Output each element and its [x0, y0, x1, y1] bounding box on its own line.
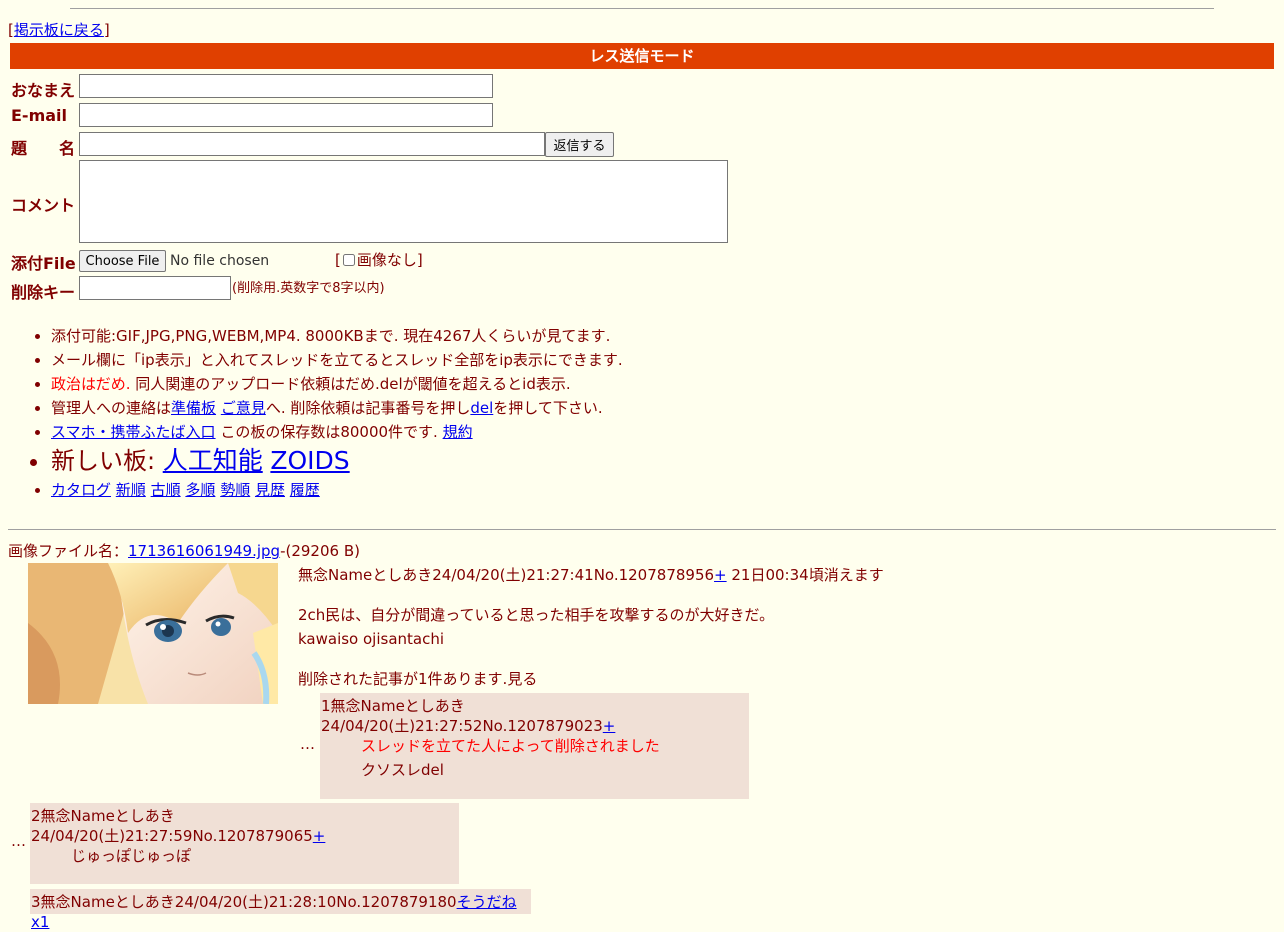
- comment-label: コメント: [11, 196, 76, 215]
- comment-textarea[interactable]: [79, 160, 728, 243]
- no-image-bracket: [: [335, 251, 341, 269]
- reply-body: スレッドを立てた人によって削除されました クソスレdel: [361, 734, 660, 782]
- reply-submit-button[interactable]: 返信する: [545, 132, 614, 157]
- reply-post: 1無念Nameとしあき24/04/20(土)21:27:52No.1207879…: [320, 693, 749, 799]
- file-info-label: 画像ファイル名：: [8, 542, 129, 560]
- notice-delete-post: を押して下さい.: [493, 399, 603, 417]
- delete-key-label: 削除キー: [11, 283, 76, 302]
- no-image-label: 画像なし]: [356, 251, 423, 269]
- file-label: 添付File: [11, 254, 76, 273]
- mobile-entry-link[interactable]: スマホ・携帯ふたば入口: [51, 423, 216, 441]
- reply-body-line: じゅっぽじゅっぽ: [71, 847, 192, 865]
- zoids-board-link[interactable]: ZOIDS: [270, 446, 349, 475]
- feedback-link[interactable]: ご意見: [221, 399, 266, 417]
- sort-old-link[interactable]: 古順: [151, 481, 181, 499]
- delete-key-input[interactable]: [79, 276, 231, 300]
- email-input[interactable]: [79, 103, 493, 127]
- file-info: 画像ファイル名：1713616061949.jpg-(29206 B): [8, 541, 360, 561]
- back-to-board-link[interactable]: 掲示板に戻る: [14, 21, 104, 39]
- post-history-link[interactable]: 履歴: [290, 481, 320, 499]
- notice-item: メール欄に「ip表示」と入れてスレッドを立てるとスレッド全部をip表示にできます…: [51, 348, 920, 372]
- notice-delete-text: へ. 削除依頼は記事番号を押し: [265, 399, 471, 417]
- no-file-text: No file chosen: [170, 253, 270, 269]
- reply-body: じゅっぽじゅっぽ: [71, 844, 191, 868]
- catalog-link[interactable]: カタログ: [51, 481, 111, 499]
- notice-ip: メール欄に「ip表示」と入れてスレッドを立てるとスレッド全部をip表示にできます…: [51, 351, 623, 369]
- reply-header-text: 2無念Nameとしあき24/04/20(土)21:27:59No.1207879…: [31, 807, 313, 845]
- notice-politics: 政治はだめ.: [51, 375, 131, 393]
- reply-header: 3無念Nameとしあき24/04/20(土)21:28:10No.1207879…: [31, 892, 531, 932]
- sort-momentum-link[interactable]: 勢順: [220, 481, 250, 499]
- file-name-link[interactable]: 1713616061949.jpg: [128, 542, 280, 560]
- terms-link[interactable]: 規約: [443, 423, 473, 441]
- op-header: 無念Nameとしあき24/04/20(土)21:27:41No.12078789…: [298, 565, 884, 585]
- reply-header: 2無念Nameとしあき24/04/20(土)21:27:59No.1207879…: [31, 806, 459, 846]
- notice-contact-text: 管理人への連絡は: [51, 399, 172, 417]
- reply-header-text: 1無念Nameとしあき24/04/20(土)21:27:52No.1207879…: [321, 697, 603, 735]
- reply-mode-bar: レス送信モード: [10, 43, 1274, 69]
- op-expire-text: 21日00:34頃消えます: [726, 566, 884, 584]
- op-header-text: 無念Nameとしあき24/04/20(土)21:27:41No.12078789…: [298, 566, 715, 584]
- top-divider: [70, 8, 1214, 9]
- subject-label: 題 名: [11, 139, 76, 158]
- choose-file-button[interactable]: Choose File: [79, 250, 166, 272]
- thread-divider: [8, 529, 1276, 530]
- op-plus-link[interactable]: +: [714, 566, 727, 584]
- sort-many-link[interactable]: 多順: [185, 481, 215, 499]
- no-image-checkbox[interactable]: [342, 254, 355, 266]
- notice-item: 管理人への連絡は準備板 ご意見へ. 削除依頼は記事番号を押しdelを押して下さい…: [51, 396, 920, 420]
- reply-header: 1無念Nameとしあき24/04/20(土)21:27:52No.1207879…: [321, 696, 749, 736]
- back-nav: [掲示板に戻る]: [8, 20, 110, 40]
- del-link[interactable]: del: [470, 399, 493, 417]
- reply-ellipsis: …: [300, 735, 315, 753]
- reply-deleted-notice: スレッドを立てた人によって削除されました: [361, 737, 660, 755]
- notice-item: 新しい板: 人工知能 ZOIDS: [51, 444, 920, 478]
- op-body-line: 2ch民は、自分が間違っていると思った相手を攻撃するのが大好きだ。: [298, 606, 775, 624]
- ai-board-link[interactable]: 人工知能: [163, 446, 263, 475]
- notice-list: 添付可能:GIF,JPG,PNG,WEBM,MP4. 8000KBまで. 現在4…: [20, 324, 920, 502]
- delete-key-hint: (削除用.英数字で8字以内): [232, 281, 385, 296]
- op-body-line: kawaiso ojisantachi: [298, 630, 445, 648]
- file-size: -(29206 B): [280, 542, 360, 560]
- notice-item: 政治はだめ. 同人関連のアップロード依頼はだめ.delが閾値を超えるとid表示.: [51, 372, 920, 396]
- email-label: E-mail: [11, 106, 68, 125]
- notice-storage: この板の保存数は80000件です.: [215, 423, 443, 441]
- reply-ellipsis: …: [11, 832, 26, 850]
- notice-item: カタログ 新順 古順 多順 勢順 見歴 履歴: [51, 478, 920, 502]
- name-label: おなまえ: [11, 81, 76, 100]
- name-input[interactable]: [79, 74, 493, 98]
- reply-body-line: クソスレdel: [361, 761, 444, 779]
- reply-header-text: 3無念Nameとしあき24/04/20(土)21:28:10No.1207879…: [31, 893, 457, 911]
- viewed-history-link[interactable]: 見歴: [255, 481, 285, 499]
- notice-attachments: 添付可能:GIF,JPG,PNG,WEBM,MP4. 8000KBまで. 現在4…: [51, 327, 611, 345]
- op-body: 2ch民は、自分が間違っていると思った相手を攻撃するのが大好きだ。 kawais…: [298, 603, 774, 651]
- bracket-close: ]: [103, 21, 110, 39]
- notice-item: 添付可能:GIF,JPG,PNG,WEBM,MP4. 8000KBまで. 現在4…: [51, 324, 920, 348]
- prep-board-link[interactable]: 準備板: [171, 399, 216, 417]
- notice-item: スマホ・携帯ふたば入口 この板の保存数は80000件です. 規約: [51, 420, 920, 444]
- reply-post: 3無念Nameとしあき24/04/20(土)21:28:10No.1207879…: [30, 889, 531, 931]
- new-boards-label: 新しい板:: [51, 447, 163, 475]
- anime-girl-thumbnail-image: [28, 563, 278, 704]
- sort-new-link[interactable]: 新順: [116, 481, 146, 499]
- reply-post: 2無念Nameとしあき24/04/20(土)21:27:59No.1207879…: [30, 803, 459, 884]
- reply-plus-link[interactable]: +: [603, 717, 616, 735]
- deleted-posts-note[interactable]: 削除された記事が1件あります.見る: [298, 669, 537, 689]
- no-image-option: [ 画像なし]: [335, 250, 423, 270]
- subject-input[interactable]: [79, 132, 545, 156]
- thread-thumbnail[interactable]: [28, 563, 278, 704]
- notice-upload: 同人関連のアップロード依頼はだめ.delが閾値を超えるとid表示.: [130, 375, 571, 393]
- reply-plus-link[interactable]: +: [313, 827, 326, 845]
